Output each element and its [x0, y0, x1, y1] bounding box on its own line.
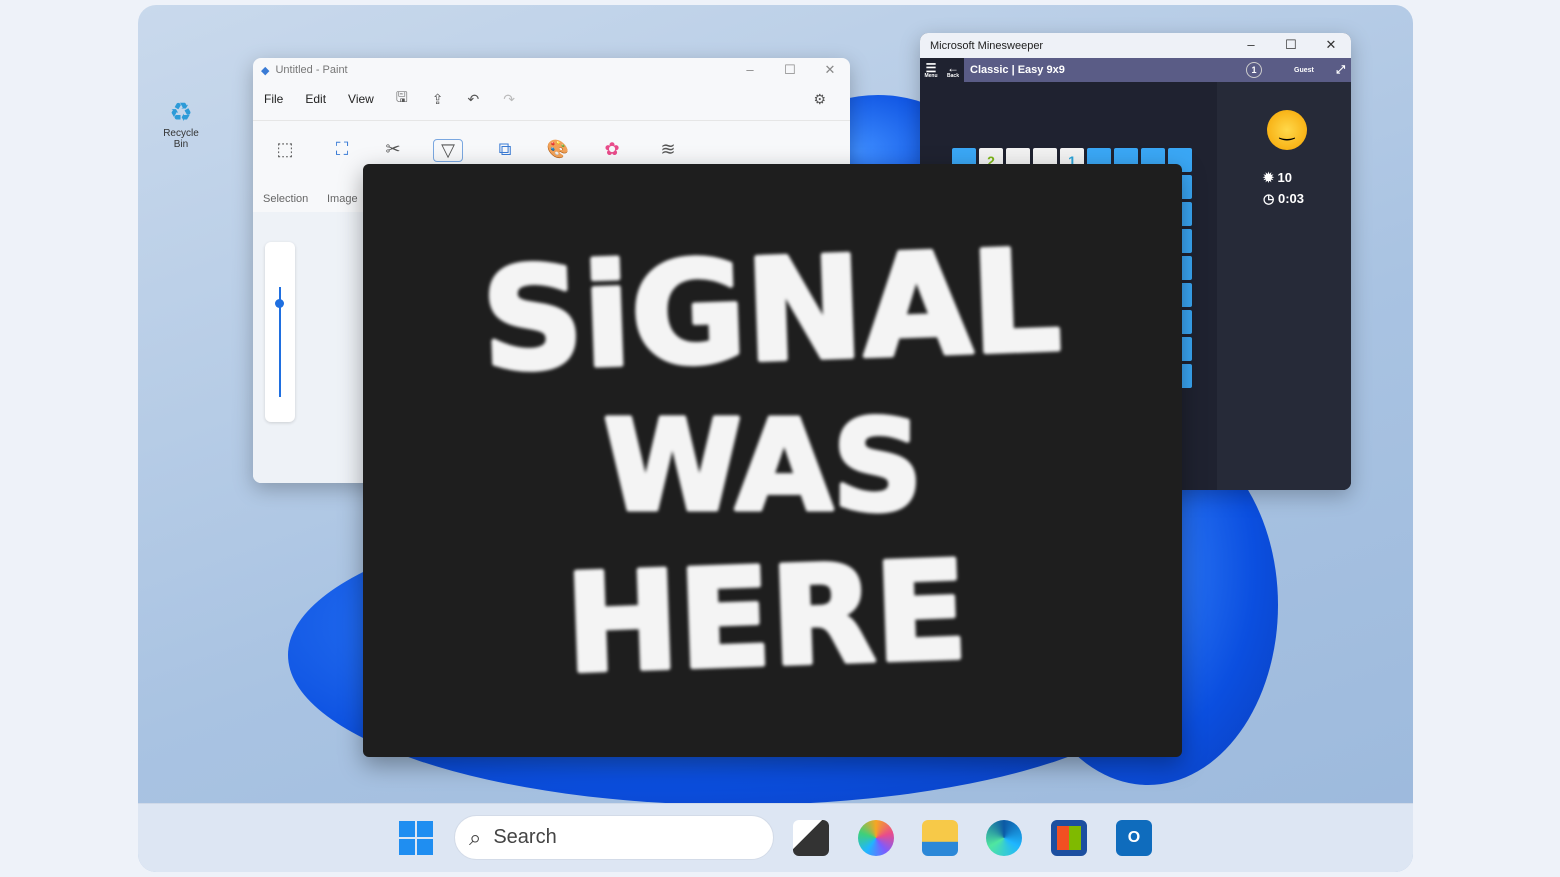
menu-edit[interactable]: Edit — [305, 92, 326, 106]
outlook-icon[interactable]: O — [1116, 820, 1152, 856]
maximize-button[interactable]: ☐ — [1271, 33, 1311, 57]
store-icon[interactable] — [1051, 820, 1087, 856]
edge-icon[interactable] — [986, 820, 1022, 856]
shapes-icon[interactable]: ⧉ — [490, 139, 520, 160]
tools-icon[interactable]: ✂ — [378, 139, 408, 160]
menu-file[interactable]: File — [264, 92, 283, 106]
graffiti-line-2: WAS — [603, 394, 922, 539]
start-button[interactable] — [398, 820, 434, 856]
redo-icon[interactable]: ↷ — [503, 91, 515, 108]
expand-icon[interactable]: ⤢ — [1336, 64, 1345, 77]
ribbon-label-image: Image — [327, 193, 358, 205]
graffiti-line-1: SiGNAL — [479, 220, 1063, 403]
brush-size-slider[interactable] — [265, 242, 295, 422]
layers-icon[interactable]: ≋ — [653, 139, 683, 160]
graffiti-line-3: HERE — [563, 532, 970, 703]
image-icon[interactable]: ⛶ — [327, 139, 357, 160]
share-icon[interactable]: ⇪ — [432, 91, 444, 108]
stats-panel: ‿ ✹ 10 ◷ 0:03 — [1217, 82, 1351, 490]
settings-icon[interactable]: ⚙ — [813, 91, 826, 108]
recycle-bin-icon: ♻ — [169, 97, 193, 127]
close-button[interactable]: ✕ — [1311, 33, 1351, 57]
back-arrow-icon: ← — [947, 60, 959, 75]
copilot-icon[interactable]: ✿ — [597, 139, 627, 160]
hamburger-icon: ☰ — [925, 60, 937, 75]
timer-icon: ◷ — [1263, 191, 1275, 206]
task-view-icon[interactable] — [793, 820, 829, 856]
maximize-button[interactable]: ☐ — [770, 58, 810, 82]
close-button[interactable]: ✕ — [810, 58, 850, 82]
smiley-face-button[interactable]: ‿ — [1267, 110, 1307, 150]
taskbar: ⌕ Search O — [138, 803, 1413, 872]
minimize-button[interactable]: – — [1231, 33, 1271, 57]
signal-overlay-image: SiGNAL WAS HERE — [363, 164, 1182, 757]
ribbon-label-selection: Selection — [263, 193, 309, 205]
mine-icon: ✹ — [1263, 170, 1274, 185]
save-icon[interactable]: 🖫 — [396, 87, 408, 111]
selection-icon[interactable]: ⬚ — [270, 139, 300, 160]
paint-logo-icon: ◆ — [261, 64, 270, 77]
menu-view[interactable]: View — [348, 92, 374, 106]
minimize-button[interactable]: – — [730, 58, 770, 82]
back-button[interactable]: ← Back — [942, 58, 964, 82]
menu-button[interactable]: ☰ Menu — [920, 58, 942, 82]
recycle-bin[interactable]: ♻ Recycle Bin — [156, 97, 206, 150]
file-explorer-icon[interactable] — [922, 820, 958, 856]
level-badge: 1 — [1246, 62, 1262, 78]
copilot-icon[interactable] — [858, 820, 894, 856]
undo-icon[interactable]: ↶ — [468, 91, 480, 108]
search-icon: ⌕ — [469, 824, 482, 850]
colors-icon[interactable]: 🎨 — [543, 139, 573, 160]
brush-icon[interactable]: ▽ — [433, 139, 463, 162]
search-box[interactable]: ⌕ Search — [454, 815, 774, 860]
